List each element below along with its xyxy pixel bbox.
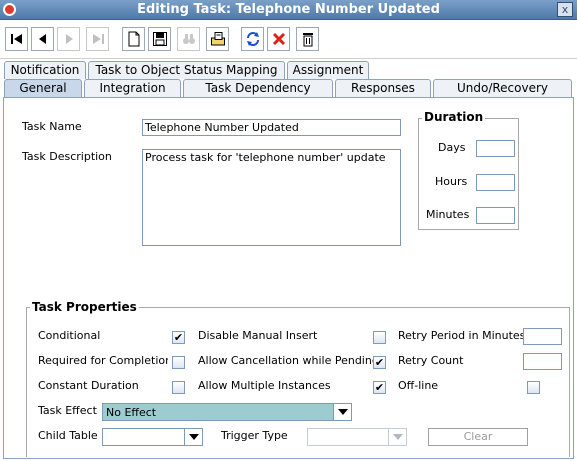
hours-label: Hours	[435, 175, 468, 188]
save-button[interactable]	[148, 27, 171, 51]
trigger-type-label: Trigger Type	[221, 429, 288, 442]
retry-period-label: Retry Period in Minutes	[398, 329, 526, 342]
next-icon	[65, 34, 73, 44]
refresh-button[interactable]	[241, 27, 264, 51]
trash-icon	[302, 33, 313, 47]
next-record-button[interactable]	[57, 27, 80, 51]
skip-first-icon	[10, 34, 22, 44]
minutes-label: Minutes	[426, 208, 470, 221]
cancel-icon	[272, 32, 285, 46]
days-input[interactable]	[476, 140, 515, 157]
tab-task-to-object-status-mapping[interactable]: Task to Object Status Mapping	[88, 61, 285, 79]
previous-record-button[interactable]	[31, 27, 54, 51]
clear-button[interactable]: Clear	[428, 428, 528, 446]
hours-input[interactable]	[476, 174, 515, 191]
task-effect-dropdown[interactable]: No Effect	[102, 403, 352, 421]
tab-undo-recovery[interactable]: Undo/Recovery	[433, 79, 572, 97]
days-label: Days	[438, 141, 466, 154]
task-effect-value: No Effect	[106, 406, 157, 419]
task-description-textarea[interactable]: Process task for 'telephone number' upda…	[142, 149, 401, 246]
required-for-completion-label: Required for Completion	[38, 354, 168, 367]
assign-folder-icon	[210, 32, 225, 46]
task-properties-title: Task Properties	[30, 300, 139, 314]
allow-multiple-instances-checkbox[interactable]: ✔	[373, 381, 386, 394]
child-table-dropdown[interactable]	[102, 428, 203, 446]
disable-manual-insert-label: Disable Manual Insert	[198, 329, 318, 342]
tab-assignment[interactable]: Assignment	[287, 61, 369, 79]
conditional-label: Conditional	[38, 329, 101, 342]
save-icon	[152, 32, 167, 46]
tab-integration[interactable]: Integration	[84, 79, 181, 97]
tab-general[interactable]: General	[4, 79, 82, 97]
duration-title: Duration	[422, 110, 486, 124]
required-for-completion-checkbox[interactable]	[172, 356, 185, 369]
retry-count-input[interactable]	[523, 353, 562, 370]
offline-checkbox[interactable]	[527, 381, 540, 394]
cancel-button[interactable]	[267, 27, 290, 51]
retry-count-label: Retry Count	[398, 354, 464, 367]
refresh-icon	[246, 32, 259, 46]
new-document-icon	[128, 31, 139, 47]
new-button[interactable]	[122, 27, 145, 51]
retry-period-input[interactable]	[523, 328, 562, 345]
window-title: Editing Task: Telephone Number Updated	[137, 2, 440, 17]
trigger-type-dropdown[interactable]	[307, 428, 407, 446]
chevron-down-icon	[184, 429, 202, 445]
child-table-label: Child Table	[38, 429, 98, 442]
close-window-button[interactable]: x	[557, 2, 573, 17]
tab-responses[interactable]: Responses	[335, 79, 431, 97]
find-button[interactable]	[177, 27, 200, 51]
delete-button[interactable]	[296, 27, 319, 51]
last-record-button[interactable]	[86, 27, 109, 51]
constant-duration-label: Constant Duration	[38, 379, 139, 392]
first-record-button[interactable]	[5, 27, 28, 51]
tab-notification[interactable]: Notification	[4, 61, 86, 79]
minutes-input[interactable]	[476, 207, 515, 224]
skip-last-icon	[92, 34, 104, 44]
previous-icon	[38, 34, 46, 44]
task-name-input[interactable]: Telephone Number Updated	[142, 119, 401, 136]
binoculars-icon	[182, 34, 195, 44]
disable-manual-insert-checkbox[interactable]	[373, 331, 386, 344]
allow-multiple-instances-label: Allow Multiple Instances	[198, 379, 331, 392]
offline-label: Off-line	[398, 379, 439, 392]
assign-button[interactable]	[206, 27, 229, 51]
conditional-checkbox[interactable]: ✔	[172, 331, 185, 344]
constant-duration-checkbox[interactable]	[172, 381, 185, 394]
allow-cancellation-checkbox[interactable]: ✔	[373, 356, 386, 369]
task-name-label: Task Name	[22, 120, 82, 133]
chevron-down-icon	[333, 404, 351, 420]
allow-cancellation-label: Allow Cancellation while Pending	[198, 354, 379, 367]
task-effect-label: Task Effect	[38, 404, 97, 417]
chevron-down-icon	[388, 429, 406, 445]
tab-task-dependency[interactable]: Task Dependency	[183, 79, 333, 97]
task-description-label: Task Description	[22, 150, 112, 163]
